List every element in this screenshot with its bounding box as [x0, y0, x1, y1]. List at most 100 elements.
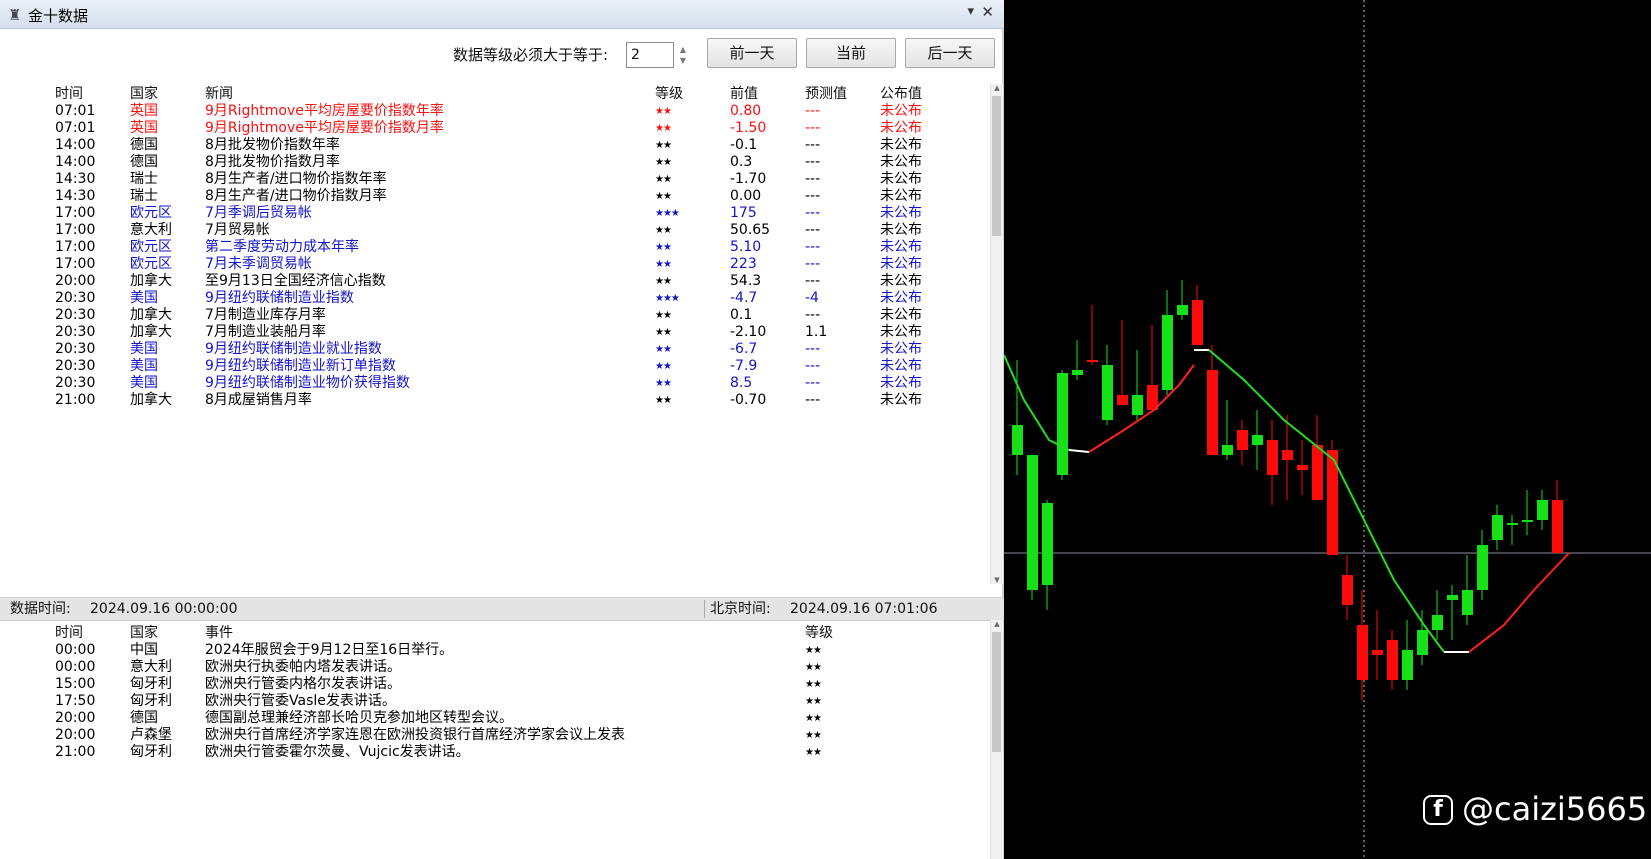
candle-body	[1057, 373, 1068, 475]
list-item[interactable]: 00:00 中国 2024年服贸会于9月12日至16日举行。 ★★	[0, 642, 990, 659]
header-country: 国家	[130, 86, 158, 102]
event-cell-level: ★★	[805, 679, 822, 690]
table-row[interactable]: 17:00 意大利 7月贸易帐 ★★ 50.65 --- 未公布	[0, 222, 990, 239]
cell-published: 未公布	[880, 188, 922, 204]
candle-body	[1237, 430, 1248, 450]
cell-news: 9月纽约联储制造业指数	[205, 290, 354, 306]
pin-icon[interactable]: ▾	[967, 4, 974, 19]
today-button[interactable]: 当前	[806, 38, 896, 68]
level-spinner[interactable]: ▲ ▼	[678, 44, 688, 66]
table-row[interactable]: 20:30 美国 9月纽约联储制造业新订单指数 ★★ -7.9 --- 未公布	[0, 358, 990, 375]
cell-published: 未公布	[880, 154, 922, 170]
cell-country: 美国	[130, 341, 158, 357]
cell-prev: 0.1	[730, 307, 753, 323]
event-cell-level: ★★	[805, 645, 822, 656]
cell-time: 20:30	[55, 290, 96, 306]
news-scroll-thumb[interactable]	[992, 96, 1001, 236]
cell-country: 加拿大	[130, 392, 172, 408]
cell-level: ★★	[655, 310, 672, 321]
cell-forecast: ---	[805, 103, 821, 119]
cell-time: 20:30	[55, 341, 96, 357]
table-row[interactable]: 14:00 德国 8月批发物价指数年率 ★★ -0.1 --- 未公布	[0, 137, 990, 154]
cell-news: 9月纽约联储制造业就业指数	[205, 341, 382, 357]
cell-published: 未公布	[880, 256, 922, 272]
table-row[interactable]: 17:00 欧元区 7月未季调贸易帐 ★★ 223 --- 未公布	[0, 256, 990, 273]
cell-prev: -1.70	[730, 171, 767, 187]
event-cell-time: 00:00	[55, 659, 96, 675]
candle-body	[1012, 425, 1023, 455]
table-row[interactable]: 21:00 加拿大 8月成屋销售月率 ★★ -0.70 --- 未公布	[0, 392, 990, 409]
table-row[interactable]: 07:01 英国 9月Rightmove平均房屋要价指数年率 ★★ 0.80 --- 未公布	[0, 103, 990, 120]
cell-prev: -2.10	[730, 324, 767, 340]
candle-body	[1417, 630, 1428, 655]
events-table: 时间 国家 事件 等级 00:00 中国 2024年服贸会于9月12日至16日举行。…	[0, 620, 990, 859]
table-row[interactable]: 20:00 加拿大 至9月13日全国经济信心指数 ★★ 54.3 --- 未公布	[0, 273, 990, 290]
event-cell-event: 欧洲央行首席经济学家连恩在欧洲投资银行首席经济学家会议上发表	[205, 727, 625, 743]
cell-level: ★★	[655, 106, 672, 117]
cell-published: 未公布	[880, 290, 922, 306]
table-row[interactable]: 17:00 欧元区 7月季调后贸易帐 ★★★ 175 --- 未公布	[0, 205, 990, 222]
list-item[interactable]: 20:00 德国 德国副总理兼经济部长哈贝克参加地区转型会议。 ★★	[0, 710, 990, 727]
cell-forecast: ---	[805, 273, 821, 289]
cell-level: ★★★	[655, 293, 680, 304]
app-icon: ♜	[8, 6, 22, 24]
cell-news: 9月Rightmove平均房屋要价指数月率	[205, 120, 444, 136]
table-row[interactable]: 17:00 欧元区 第二季度劳动力成本年率 ★★ 5.10 --- 未公布	[0, 239, 990, 256]
level-filter-input[interactable]	[626, 42, 674, 68]
events-scrollbar[interactable]: ▲	[990, 620, 1003, 859]
cell-news: 8月生产者/进口物价指数月率	[205, 188, 387, 204]
cell-forecast: ---	[805, 375, 821, 391]
cell-time: 17:00	[55, 205, 96, 221]
list-item[interactable]: 00:00 意大利 欧洲央行执委帕内塔发表讲话。 ★★	[0, 659, 990, 676]
cell-time: 20:30	[55, 358, 96, 374]
cell-forecast: ---	[805, 392, 821, 408]
list-item[interactable]: 17:50 匈牙利 欧洲央行管委Vasle发表讲话。 ★★	[0, 693, 990, 710]
header-published: 公布值	[880, 86, 922, 102]
spin-up-icon[interactable]: ▲	[678, 44, 688, 55]
table-row[interactable]: 14:30 瑞士 8月生产者/进口物价指数月率 ★★ 0.00 --- 未公布	[0, 188, 990, 205]
scroll-up-icon[interactable]: ▲	[991, 84, 1003, 92]
news-scrollbar[interactable]: ▲ ▼	[990, 84, 1003, 584]
event-cell-level: ★★	[805, 713, 822, 724]
cell-level: ★★	[655, 191, 672, 202]
table-row[interactable]: 20:30 美国 9月纽约联储制造业物价获得指数 ★★ 8.5 --- 未公布	[0, 375, 990, 392]
cell-prev: 8.5	[730, 375, 753, 391]
table-row[interactable]: 20:30 美国 9月纽约联储制造业就业指数 ★★ -6.7 --- 未公布	[0, 341, 990, 358]
events-scroll-thumb[interactable]	[992, 632, 1001, 752]
cell-published: 未公布	[880, 171, 922, 187]
prev-day-button[interactable]: 前一天	[707, 38, 797, 68]
cell-forecast: ---	[805, 171, 821, 187]
table-row[interactable]: 20:30 加拿大 7月制造业库存月率 ★★ 0.1 --- 未公布	[0, 307, 990, 324]
close-icon[interactable]: ✕	[981, 3, 994, 21]
table-row[interactable]: 14:00 德国 8月批发物价指数月率 ★★ 0.3 --- 未公布	[0, 154, 990, 171]
cell-country: 英国	[130, 103, 158, 119]
ev-scroll-up-icon[interactable]: ▲	[991, 620, 1003, 628]
candle-body	[1402, 650, 1413, 680]
list-item[interactable]: 21:00 匈牙利 欧洲央行管委霍尔茨曼、Vujcic发表讲话。 ★★	[0, 744, 990, 761]
next-day-button[interactable]: 后一天	[905, 38, 995, 68]
scroll-down-icon[interactable]: ▼	[991, 576, 1003, 584]
price-chart[interactable]	[1004, 0, 1651, 859]
events-header-row: 时间 国家 事件 等级	[0, 625, 990, 642]
cell-country: 欧元区	[130, 239, 172, 255]
cell-forecast: ---	[805, 341, 821, 357]
cell-published: 未公布	[880, 324, 922, 340]
cell-level: ★★	[655, 174, 672, 185]
cell-forecast: ---	[805, 222, 821, 238]
event-cell-time: 17:50	[55, 693, 96, 709]
watermark-text: @caizi5665	[1462, 790, 1648, 828]
cell-published: 未公布	[880, 392, 922, 408]
list-item[interactable]: 20:00 卢森堡 欧洲央行首席经济学家连恩在欧洲投资银行首席经济学家会议上发表 ★★	[0, 727, 990, 744]
spin-down-icon[interactable]: ▼	[678, 55, 688, 66]
candle-body	[1252, 435, 1263, 445]
candle-body	[1282, 450, 1293, 460]
table-row[interactable]: 07:01 英国 9月Rightmove平均房屋要价指数月率 ★★ -1.50 --- 未公…	[0, 120, 990, 137]
event-cell-event: 2024年服贸会于9月12日至16日举行。	[205, 642, 454, 658]
table-row[interactable]: 14:30 瑞士 8月生产者/进口物价指数年率 ★★ -1.70 --- 未公布	[0, 171, 990, 188]
cell-time: 14:00	[55, 137, 96, 153]
table-row[interactable]: 20:30 美国 9月纽约联储制造业指数 ★★★ -4.7 -4 未公布	[0, 290, 990, 307]
list-item[interactable]: 15:00 匈牙利 欧洲央行管委内格尔发表讲话。 ★★	[0, 676, 990, 693]
candle-body	[1477, 545, 1488, 590]
event-cell-time: 00:00	[55, 642, 96, 658]
table-row[interactable]: 20:30 加拿大 7月制造业装船月率 ★★ -2.10 1.1 未公布	[0, 324, 990, 341]
